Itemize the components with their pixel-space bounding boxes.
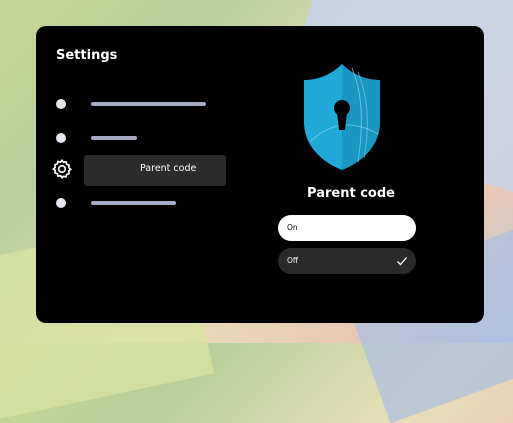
menu-item-placeholder-line bbox=[91, 102, 206, 106]
menu-item-2[interactable] bbox=[36, 123, 236, 153]
menu-item-placeholder-line bbox=[91, 136, 137, 140]
dot-icon bbox=[56, 99, 66, 109]
option-label: Off bbox=[287, 256, 299, 265]
gear-icon bbox=[51, 158, 72, 179]
menu-item-placeholder-line bbox=[91, 201, 176, 205]
detail-title: Parent code bbox=[307, 186, 395, 201]
checkmark-icon bbox=[397, 257, 407, 266]
menu-item-label: Parent code bbox=[140, 163, 197, 174]
settings-panel: Settings Parent code Parent code On Off bbox=[36, 26, 484, 323]
settings-title: Settings bbox=[56, 48, 118, 63]
option-off[interactable]: Off bbox=[278, 248, 416, 274]
dot-icon bbox=[56, 198, 66, 208]
menu-item-parent-code[interactable]: Parent code bbox=[36, 155, 236, 186]
selected-row-highlight: Parent code bbox=[84, 155, 226, 186]
option-on[interactable]: On bbox=[278, 215, 416, 241]
menu-item-4[interactable] bbox=[36, 188, 236, 218]
shield-lock-icon bbox=[304, 64, 380, 170]
menu-item-1[interactable] bbox=[36, 89, 236, 119]
dot-icon bbox=[56, 133, 66, 143]
option-label: On bbox=[287, 223, 298, 232]
